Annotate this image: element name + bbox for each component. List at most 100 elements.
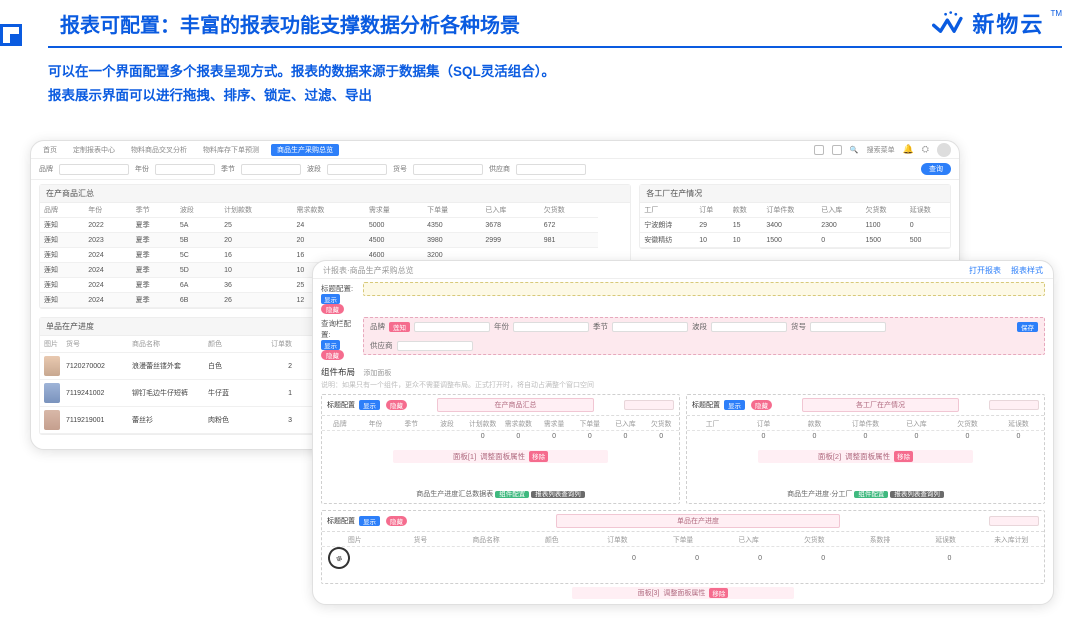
pB-adjust[interactable]: 调整面板属性	[845, 451, 890, 462]
pA-adjust[interactable]: 调整面板属性	[480, 451, 525, 462]
tab-forecast[interactable]: 物料库存下单预测	[199, 145, 263, 155]
title-hide-button[interactable]: 隐藏	[321, 304, 344, 314]
q-wave-label: 波段	[692, 321, 707, 332]
layout-title: 组件布局	[321, 367, 355, 377]
search-icon[interactable]: 🔍	[850, 146, 859, 154]
filter-wave-label: 波段	[307, 164, 321, 174]
pC-label: 标题配置	[327, 516, 355, 526]
thumbnail-icon	[44, 410, 60, 430]
filter-code-label: 货号	[393, 164, 407, 174]
pB-caption: 面板[2]	[818, 451, 841, 462]
filter-year-label: 年份	[135, 164, 149, 174]
pA-label: 标题配置	[327, 400, 355, 410]
filter-brand-input[interactable]	[59, 164, 129, 175]
pA-config-tag[interactable]: 组件配置	[495, 491, 529, 498]
q-year-input[interactable]	[513, 322, 589, 332]
open-report-link[interactable]: 打开报表	[969, 265, 1001, 276]
pA-del-button[interactable]: 移除	[529, 451, 548, 462]
subtitle-line2: 报表展示界面可以进行拖拽、排序、锁定、过滤、导出	[48, 84, 1080, 108]
report-config-window: 计报表·商品生产采购总览 打开报表 报表样式 标题配置: 显示 隐藏 查询栏配置…	[312, 260, 1054, 605]
pB-hide-button[interactable]: 隐藏	[751, 400, 772, 410]
save-button[interactable]: 保存	[1017, 322, 1038, 332]
q-code-input[interactable]	[810, 322, 886, 332]
add-panel-button[interactable]: 添加面板	[363, 370, 391, 377]
summary-card-title: 在产商品汇总	[40, 185, 630, 203]
filter-season-input[interactable]	[241, 164, 301, 175]
title-show-button[interactable]: 显示	[321, 294, 340, 304]
pA-width-input[interactable]	[624, 400, 674, 410]
report-style-link[interactable]: 报表样式	[1011, 265, 1043, 276]
bell-icon[interactable]: 🔔	[903, 144, 914, 155]
pB-query-tag[interactable]: 报表列表查询列	[890, 491, 944, 498]
pB-show-button[interactable]: 显示	[724, 400, 745, 410]
pB-config-tag[interactable]: 组件配置	[854, 491, 888, 498]
pC-show-button[interactable]: 显示	[359, 516, 380, 526]
pC-title[interactable]: 单品在产进度	[556, 514, 841, 528]
pB-foot-label: 商品生产进度·分工厂	[787, 491, 852, 498]
trash-icon[interactable]	[832, 145, 842, 155]
filter-season-label: 季节	[221, 164, 235, 174]
title-config-row: 标题配置: 显示 隐藏	[313, 279, 1053, 314]
q-brand-input[interactable]	[414, 322, 490, 332]
filter-wave-input[interactable]	[327, 164, 387, 175]
brand-logo: 新物云 TM	[932, 7, 1062, 39]
q-brand-value[interactable]: 莲知	[389, 322, 410, 332]
logo-text: 新物云	[972, 7, 1044, 39]
pA-caption: 面板[1]	[453, 451, 476, 462]
factory-card: 各工厂在产情况 工厂订单款数订单件数已入库欠货数延误数 宁波朗诗29153400…	[639, 184, 951, 249]
tab-cross[interactable]: 物料商品交叉分析	[127, 145, 191, 155]
breadcrumb: 计报表·商品生产采购总览	[323, 265, 414, 276]
tab-active[interactable]: 商品生产采购总览	[271, 144, 339, 156]
q-supplier-label: 供应商	[370, 340, 393, 351]
pA-show-button[interactable]: 显示	[359, 400, 380, 410]
subtitle-line1: 可以在一个界面配置多个报表呈现方式。报表的数据来源于数据集（SQL灵活组合）。	[48, 60, 1080, 84]
pA-query-tag[interactable]: 报表列表查询列	[531, 491, 585, 498]
pC-hide-button[interactable]: 隐藏	[386, 516, 407, 526]
factory-table: 工厂订单款数订单件数已入库欠货数延误数 宁波朗诗2915340023001100…	[640, 203, 950, 248]
pC-caption: 面板[3]	[638, 588, 660, 598]
device-icon[interactable]	[814, 145, 824, 155]
pB-width-input[interactable]	[989, 400, 1039, 410]
q-season-input[interactable]	[612, 322, 688, 332]
settings-icon[interactable]: ⛭	[922, 144, 929, 155]
query-config-row: 查询栏配置: 显示 隐藏 品牌 莲知 年份 季节 波段 货号 保存 供应商	[313, 314, 1053, 360]
query-hide-button[interactable]: 隐藏	[321, 350, 344, 360]
pB-title[interactable]: 各工厂在产情况	[802, 398, 958, 412]
pC-del-button[interactable]: 移除	[709, 588, 728, 598]
layout-panel-b[interactable]: 标题配置 显示 隐藏 各工厂在产情况 工厂订单款数订单件数已入库欠货数延误数 0…	[686, 394, 1045, 504]
q-wave-input[interactable]	[711, 322, 787, 332]
page-header: 报表可配置：丰富的报表功能支撑数据分析各种场景 新物云 TM	[0, 0, 1080, 46]
pC-width-input[interactable]	[989, 516, 1039, 526]
title-config-label: 标题配置:	[321, 284, 353, 293]
q-year-label: 年份	[494, 321, 509, 332]
filter-supplier-label: 供应商	[489, 164, 510, 174]
pB-label: 标题配置	[692, 400, 720, 410]
q-brand-label: 品牌	[370, 321, 385, 332]
tab-home[interactable]: 首页	[39, 145, 61, 155]
query-button[interactable]: 查询	[921, 163, 951, 175]
page-title: 报表可配置：丰富的报表功能支撑数据分析各种场景	[60, 9, 932, 38]
pA-title[interactable]: 在产商品汇总	[437, 398, 593, 412]
q-supplier-input[interactable]	[397, 341, 473, 351]
filter-year-input[interactable]	[155, 164, 215, 175]
nav-tabs: 首页 定制报表中心 物料商品交叉分析 物料库存下单预测 商品生产采购总览 🔍 搜…	[31, 141, 959, 159]
stamp-icon: 审	[325, 544, 353, 572]
filter-supplier-input[interactable]	[516, 164, 586, 175]
pA-foot-label: 商品生产进度汇总数据表	[416, 491, 493, 498]
q-code-label: 货号	[791, 321, 806, 332]
q-season-label: 季节	[593, 321, 608, 332]
filter-code-input[interactable]	[413, 164, 483, 175]
layout-hint: 说明：如果只有一个组件，更众不需要调整布局。正式打开时，将自动占满整个窗口空间	[313, 380, 1053, 394]
layout-panel-c[interactable]: 标题配置 显示 隐藏 单品在产进度 图片货号商品名称颜色订单数下单量已入库欠货数…	[321, 510, 1045, 584]
pB-del-button[interactable]: 移除	[894, 451, 913, 462]
query-show-button[interactable]: 显示	[321, 340, 340, 350]
header-accent-icon	[0, 0, 16, 46]
tab-center[interactable]: 定制报表中心	[69, 145, 119, 155]
layout-panel-a[interactable]: 标题配置 显示 隐藏 在产商品汇总 品牌年份季节波段计划款数需求款数需求量下单量…	[321, 394, 680, 504]
logo-icon	[932, 10, 966, 36]
pA-hide-button[interactable]: 隐藏	[386, 400, 407, 410]
factory-card-title: 各工厂在产情况	[640, 185, 950, 203]
pC-adjust[interactable]: 调整面板属性	[663, 588, 705, 598]
avatar[interactable]	[937, 143, 951, 157]
title-preview-band	[363, 282, 1045, 296]
